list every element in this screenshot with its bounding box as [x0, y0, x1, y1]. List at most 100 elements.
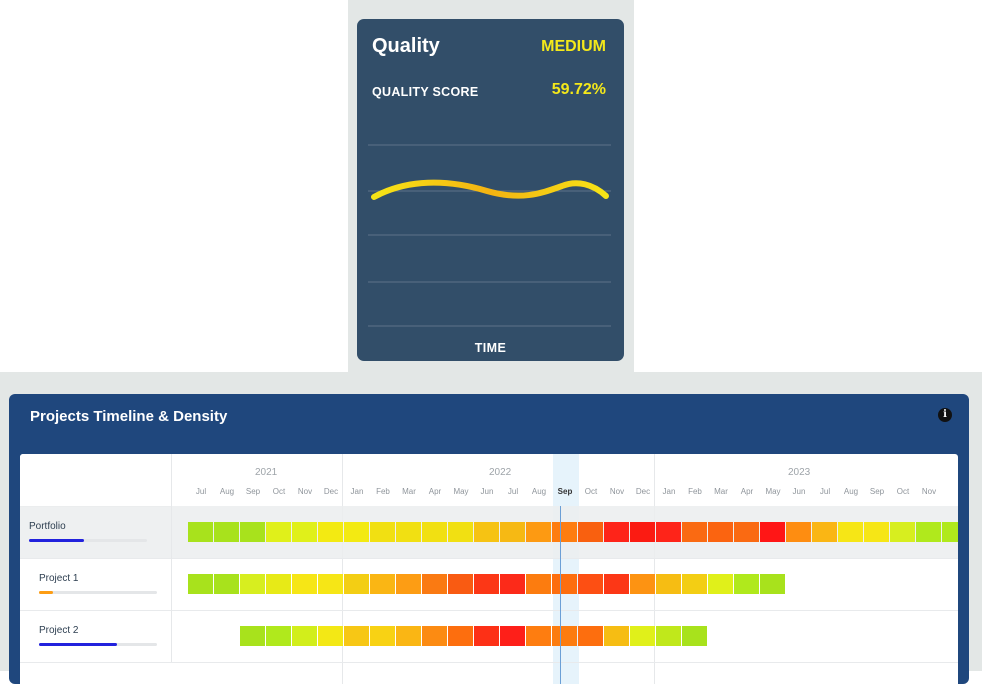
density-cell[interactable] — [318, 574, 343, 594]
quality-trend-line — [371, 179, 609, 200]
density-cell[interactable] — [422, 626, 447, 646]
density-cell[interactable] — [344, 626, 369, 646]
density-cell[interactable] — [474, 574, 499, 594]
density-cell[interactable] — [526, 626, 551, 646]
density-cell[interactable] — [240, 574, 265, 594]
timeline-row[interactable]: Project 1 — [20, 558, 958, 611]
density-cell[interactable] — [500, 574, 525, 594]
month-label: Sep — [557, 487, 573, 496]
density-cell[interactable] — [552, 574, 577, 594]
density-cell[interactable] — [266, 574, 291, 594]
density-cell[interactable] — [734, 574, 759, 594]
timeline-row[interactable]: Portfolio — [20, 506, 958, 559]
row-progress-track — [39, 643, 157, 646]
month-label: Jul — [195, 487, 207, 496]
month-label: Mar — [714, 487, 728, 496]
density-cell[interactable] — [578, 574, 603, 594]
row-label-cell: Project 1 — [20, 558, 172, 610]
density-cell[interactable] — [578, 626, 603, 646]
density-cell[interactable] — [682, 522, 707, 542]
density-cell[interactable] — [422, 574, 447, 594]
density-cell[interactable] — [916, 522, 941, 542]
density-cell[interactable] — [864, 522, 889, 542]
density-cell[interactable] — [656, 626, 681, 646]
density-cell[interactable] — [630, 626, 655, 646]
row-name[interactable]: Portfolio — [29, 521, 66, 532]
density-cell[interactable] — [422, 522, 447, 542]
density-cell[interactable] — [188, 574, 213, 594]
density-cell[interactable] — [344, 522, 369, 542]
density-cell[interactable] — [760, 574, 785, 594]
density-cell[interactable] — [838, 522, 863, 542]
density-cell[interactable] — [370, 574, 395, 594]
density-cell[interactable] — [604, 574, 629, 594]
density-cell[interactable] — [656, 522, 681, 542]
density-cell[interactable] — [292, 522, 317, 542]
density-cell[interactable] — [292, 626, 317, 646]
density-cell[interactable] — [604, 626, 629, 646]
density-cell[interactable] — [552, 522, 577, 542]
density-cell[interactable] — [240, 626, 265, 646]
density-cell[interactable] — [448, 574, 473, 594]
density-cell[interactable] — [812, 522, 837, 542]
density-cell[interactable] — [734, 522, 759, 542]
density-cell[interactable] — [370, 522, 395, 542]
density-cell[interactable] — [318, 626, 343, 646]
density-cell[interactable] — [682, 626, 707, 646]
density-cell[interactable] — [656, 574, 681, 594]
density-cell[interactable] — [266, 522, 291, 542]
density-cell[interactable] — [500, 522, 525, 542]
density-cell[interactable] — [578, 522, 603, 542]
density-cell[interactable] — [474, 522, 499, 542]
row-name[interactable]: Project 1 — [39, 573, 78, 584]
density-cell[interactable] — [552, 626, 577, 646]
density-cell[interactable] — [448, 522, 473, 542]
month-label: May — [453, 487, 469, 496]
month-label: Sep — [245, 487, 261, 496]
panel-title: Projects Timeline & Density — [30, 408, 228, 425]
density-cell[interactable] — [682, 574, 707, 594]
density-cell[interactable] — [942, 522, 958, 542]
month-label: Apr — [740, 487, 754, 496]
density-cell[interactable] — [526, 522, 551, 542]
year-label: 2021 — [255, 467, 278, 478]
density-cell[interactable] — [396, 522, 421, 542]
density-cell[interactable] — [786, 522, 811, 542]
density-cell[interactable] — [396, 626, 421, 646]
density-cell[interactable] — [760, 522, 785, 542]
density-cell[interactable] — [708, 574, 733, 594]
row-name[interactable]: Project 2 — [39, 625, 78, 636]
info-icon[interactable]: i — [938, 408, 952, 422]
current-date-marker — [560, 506, 561, 684]
density-cell[interactable] — [344, 574, 369, 594]
year-label: 2023 — [788, 467, 811, 478]
row-progress-track — [39, 591, 157, 594]
month-label: Feb — [376, 487, 390, 496]
month-label: Jun — [480, 487, 494, 496]
row-label-cell: Project 2 — [20, 610, 172, 662]
density-cell[interactable] — [188, 522, 213, 542]
density-cell[interactable] — [318, 522, 343, 542]
density-cell[interactable] — [708, 522, 733, 542]
density-cell[interactable] — [214, 574, 239, 594]
density-cell[interactable] — [500, 626, 525, 646]
density-cell[interactable] — [266, 626, 291, 646]
density-cell[interactable] — [448, 626, 473, 646]
density-cell[interactable] — [396, 574, 421, 594]
density-cell[interactable] — [292, 574, 317, 594]
density-cell[interactable] — [240, 522, 265, 542]
density-cell[interactable] — [474, 626, 499, 646]
row-progress-track — [29, 539, 147, 542]
density-cell[interactable] — [604, 522, 629, 542]
row-label-cell: Portfolio — [20, 506, 172, 558]
year-label: 2022 — [489, 467, 512, 478]
density-cell[interactable] — [214, 522, 239, 542]
timeline-row[interactable]: Project 2 — [20, 610, 958, 663]
density-cell[interactable] — [526, 574, 551, 594]
month-label: Aug — [843, 487, 859, 496]
density-cell[interactable] — [630, 574, 655, 594]
density-cell[interactable] — [630, 522, 655, 542]
timeline-panel: Projects Timeline & Density i Jul Aug Sep O… — [9, 394, 969, 684]
density-cell[interactable] — [370, 626, 395, 646]
density-cell[interactable] — [890, 522, 915, 542]
